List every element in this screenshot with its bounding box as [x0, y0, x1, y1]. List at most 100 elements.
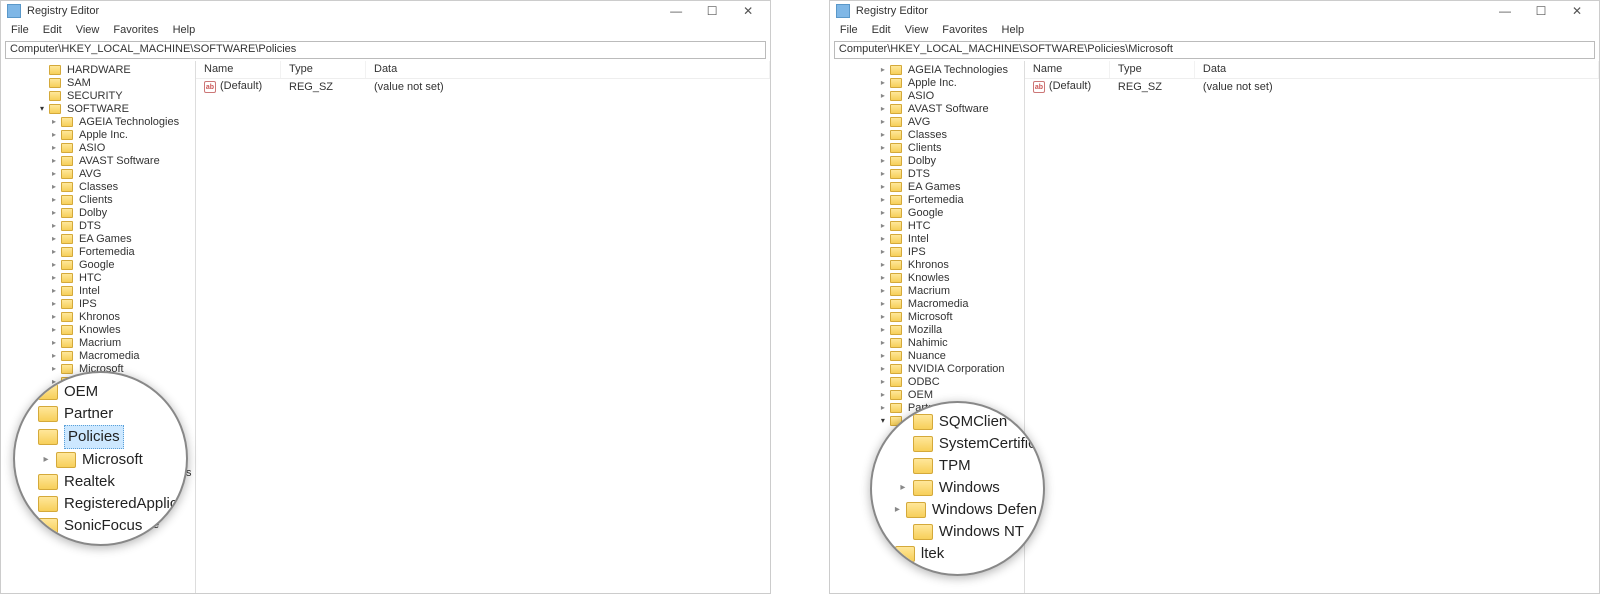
expand-icon[interactable]: ▸: [878, 312, 888, 321]
expand-icon[interactable]: ▸: [49, 143, 59, 152]
expand-icon[interactable]: ▸: [878, 130, 888, 139]
col-type[interactable]: Type: [281, 61, 366, 78]
tree-node[interactable]: ▸Fortemedia: [1, 245, 195, 258]
collapse-icon[interactable]: ▾: [37, 104, 47, 113]
tree-node[interactable]: ▸Macromedia: [1, 349, 195, 362]
tree-node[interactable]: ▸Knowles: [1, 323, 195, 336]
expand-icon[interactable]: ▸: [878, 234, 888, 243]
expand-icon[interactable]: ▸: [878, 104, 888, 113]
collapse-icon[interactable]: ▾: [878, 416, 888, 425]
tree-node[interactable]: ▸Classes: [1, 180, 195, 193]
expand-icon[interactable]: ▸: [878, 169, 888, 178]
tree-node[interactable]: ▸VB-Audio: [1, 492, 195, 505]
tree-node[interactable]: ▸EA Games: [1, 232, 195, 245]
menu-view[interactable]: View: [899, 24, 935, 36]
tree-node[interactable]: ▸Clients: [830, 141, 1024, 154]
expand-icon[interactable]: ▸: [878, 299, 888, 308]
expand-icon[interactable]: ▸: [49, 169, 59, 178]
tree-node[interactable]: ▸Dolby: [1, 206, 195, 219]
tree-node[interactable]: ▾Policies: [1, 427, 195, 440]
tree-node[interactable]: ▸ODBC: [830, 375, 1024, 388]
tree-pane[interactable]: ▸AGEIA Technologies▸Apple Inc.▸ASIO▸AVAS…: [830, 61, 1025, 593]
tree-node[interactable]: ▸HTC: [1, 271, 195, 284]
expand-icon[interactable]: ▸: [49, 286, 59, 295]
tree-node[interactable]: ▸SystemCertificates: [830, 440, 1024, 453]
tree-node[interactable]: ▾Policies: [830, 414, 1024, 427]
expand-icon[interactable]: ▸: [49, 130, 59, 139]
expand-icon[interactable]: ▸: [878, 117, 888, 126]
expand-icon[interactable]: ▸: [878, 520, 888, 529]
expand-icon[interactable]: ▸: [878, 325, 888, 334]
tree-node[interactable]: ▸RegisteredApplications: [1, 466, 195, 479]
expand-icon[interactable]: ▸: [878, 91, 888, 100]
expand-icon[interactable]: ▸: [878, 507, 888, 516]
expand-icon[interactable]: ▸: [878, 208, 888, 217]
expand-icon[interactable]: ▸: [49, 312, 59, 321]
menu-view[interactable]: View: [70, 24, 106, 36]
expand-icon[interactable]: ▸: [878, 364, 888, 373]
close-button[interactable]: ✕: [730, 2, 766, 20]
expand-icon[interactable]: ▸: [49, 455, 59, 464]
tree-node[interactable]: ▸Windows NT: [830, 492, 1024, 505]
expand-icon[interactable]: ▸: [49, 468, 59, 477]
expand-icon[interactable]: ▸: [878, 221, 888, 230]
expand-icon[interactable]: ▸: [49, 234, 59, 243]
expand-icon[interactable]: ▸: [878, 403, 888, 412]
expand-icon[interactable]: ▸: [49, 481, 59, 490]
menu-file[interactable]: File: [834, 24, 864, 36]
menu-favorites[interactable]: Favorites: [107, 24, 164, 36]
tree-node[interactable]: ▸AGEIA Technologies: [830, 63, 1024, 76]
tree-node[interactable]: ▸AVAST Software: [1, 154, 195, 167]
expand-icon[interactable]: ▸: [61, 442, 71, 451]
tree-node[interactable]: ▸NVIDIA Corporation: [830, 362, 1024, 375]
expand-icon[interactable]: ▸: [878, 143, 888, 152]
tree-node[interactable]: ▸DTS: [830, 167, 1024, 180]
tree-node[interactable]: ▸Nahimic: [830, 336, 1024, 349]
expand-icon[interactable]: ▸: [878, 195, 888, 204]
tree-node[interactable]: ▸Nahimic: [1, 388, 195, 401]
tree-node[interactable]: ▸Mozilla: [830, 323, 1024, 336]
expand-icon[interactable]: ▸: [49, 182, 59, 191]
expand-icon[interactable]: ▸: [890, 455, 900, 464]
expand-icon[interactable]: ▸: [49, 338, 59, 347]
expand-icon[interactable]: ▸: [878, 65, 888, 74]
minimize-button[interactable]: —: [658, 2, 694, 20]
expand-icon[interactable]: ▸: [49, 273, 59, 282]
tree-node[interactable]: ▸Intel: [1, 284, 195, 297]
tree-pane[interactable]: HARDWARESAMSECURITY▾SOFTWARE▸AGEIA Techn…: [1, 61, 196, 593]
expand-icon[interactable]: ▸: [878, 182, 888, 191]
tree-node[interactable]: ▸Apple Inc.: [830, 76, 1024, 89]
expand-icon[interactable]: ▸: [49, 507, 59, 516]
tree-node[interactable]: ▸SQMClient: [830, 427, 1024, 440]
expand-icon[interactable]: ▸: [890, 442, 900, 451]
tree-node[interactable]: ▸SRS Labs: [830, 518, 1024, 531]
tree-node[interactable]: ▸Fortemedia: [830, 193, 1024, 206]
tree-node[interactable]: ▸AVG: [1, 167, 195, 180]
expand-icon[interactable]: ▸: [49, 416, 59, 425]
tree-node[interactable]: ▸Realtek: [1, 453, 195, 466]
tree-node[interactable]: ▸DTS: [1, 219, 195, 232]
expand-icon[interactable]: ▸: [49, 117, 59, 126]
close-button[interactable]: ✕: [1559, 2, 1595, 20]
menu-favorites[interactable]: Favorites: [936, 24, 993, 36]
tree-node[interactable]: ▸AVAST Software: [830, 102, 1024, 115]
tree-node[interactable]: ▸Khronos: [830, 258, 1024, 271]
expand-icon[interactable]: ▸: [878, 247, 888, 256]
col-data[interactable]: Data: [1195, 61, 1599, 78]
tree-node[interactable]: SECURITY: [1, 89, 195, 102]
expand-icon[interactable]: ▸: [49, 299, 59, 308]
expand-icon[interactable]: ▸: [49, 156, 59, 165]
tree-node[interactable]: ▸Realtek: [830, 505, 1024, 518]
tree-node[interactable]: ▸Khronos: [1, 310, 195, 323]
tree-node[interactable]: ▸Partner: [1, 414, 195, 427]
expand-icon[interactable]: ▸: [878, 273, 888, 282]
tree-node[interactable]: ▸EA Games: [830, 180, 1024, 193]
expand-icon[interactable]: ▸: [890, 494, 900, 503]
tree-node[interactable]: ▸Nuance: [830, 349, 1024, 362]
tree-node[interactable]: ▸Knowles: [830, 271, 1024, 284]
expand-icon[interactable]: ▸: [878, 260, 888, 269]
tree-node[interactable]: ▸ASIO: [1, 141, 195, 154]
tree-node[interactable]: ▸Windows: [830, 466, 1024, 479]
expand-icon[interactable]: ▸: [890, 481, 900, 490]
address-bar[interactable]: Computer\HKEY_LOCAL_MACHINE\SOFTWARE\Pol…: [834, 41, 1595, 59]
